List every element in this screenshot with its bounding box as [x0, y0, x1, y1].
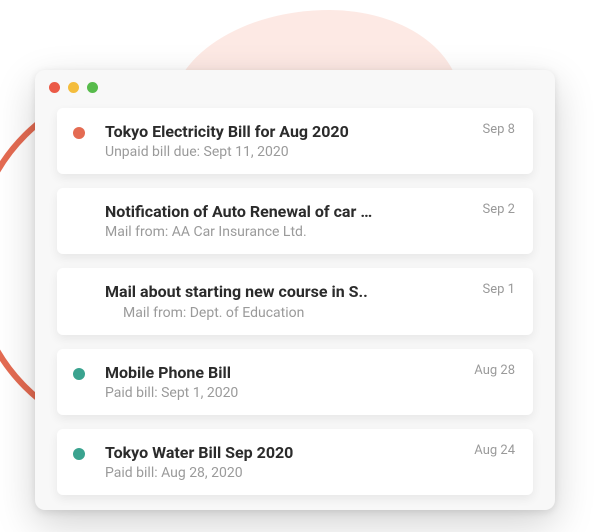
list-item-body: Mobile Phone Bill Paid bill: Sept 1, 202…: [105, 363, 464, 401]
list-item[interactable]: Mobile Phone Bill Paid bill: Sept 1, 202…: [57, 349, 533, 415]
list-item-subtitle: Unpaid bill due: Sept 11, 2020: [105, 144, 473, 160]
list-item-body: Mail about starting new course in S.. Ma…: [105, 282, 473, 320]
list-item-date: Aug 28: [474, 363, 515, 378]
list-item[interactable]: Notification of Auto Renewal of car … Ma…: [57, 188, 533, 254]
list-item-title: Mail about starting new course in S..: [105, 282, 473, 301]
list-item-body: Tokyo Electricity Bill for Aug 2020 Unpa…: [105, 122, 473, 160]
status-dot-none-icon: [73, 287, 85, 299]
mail-list: Tokyo Electricity Bill for Aug 2020 Unpa…: [35, 104, 555, 495]
list-item[interactable]: Tokyo Electricity Bill for Aug 2020 Unpa…: [57, 108, 533, 174]
list-item-date: Sep 8: [483, 122, 515, 137]
status-dot-unpaid-icon: [73, 127, 85, 139]
window-titlebar: [35, 70, 555, 104]
list-item-title: Mobile Phone Bill: [105, 363, 464, 382]
list-item-date: Aug 24: [474, 443, 515, 458]
status-dot-none-icon: [73, 207, 85, 219]
list-item-date: Sep 2: [483, 202, 515, 217]
list-item-body: Tokyo Water Bill Sep 2020 Paid bill: Aug…: [105, 443, 464, 481]
list-item-subtitle: Mail from: Dept. of Education: [105, 305, 473, 321]
status-dot-paid-icon: [73, 368, 85, 380]
list-item-date: Sep 1: [483, 282, 515, 297]
list-item-subtitle: Paid bill: Aug 28, 2020: [105, 465, 464, 481]
close-icon[interactable]: [49, 82, 60, 93]
zoom-icon[interactable]: [87, 82, 98, 93]
list-item-title: Tokyo Water Bill Sep 2020: [105, 443, 464, 462]
list-item-title: Notification of Auto Renewal of car …: [105, 202, 473, 221]
list-item-body: Notification of Auto Renewal of car … Ma…: [105, 202, 473, 240]
list-item[interactable]: Mail about starting new course in S.. Ma…: [57, 268, 533, 334]
stage: Tokyo Electricity Bill for Aug 2020 Unpa…: [0, 0, 600, 532]
list-item-subtitle: Paid bill: Sept 1, 2020: [105, 385, 464, 401]
list-item[interactable]: Tokyo Water Bill Sep 2020 Paid bill: Aug…: [57, 429, 533, 495]
list-item-title: Tokyo Electricity Bill for Aug 2020: [105, 122, 473, 141]
minimize-icon[interactable]: [68, 82, 79, 93]
list-item-subtitle: Mail from: AA Car Insurance Ltd.: [105, 224, 473, 240]
status-dot-paid-icon: [73, 448, 85, 460]
app-window: Tokyo Electricity Bill for Aug 2020 Unpa…: [35, 70, 555, 510]
